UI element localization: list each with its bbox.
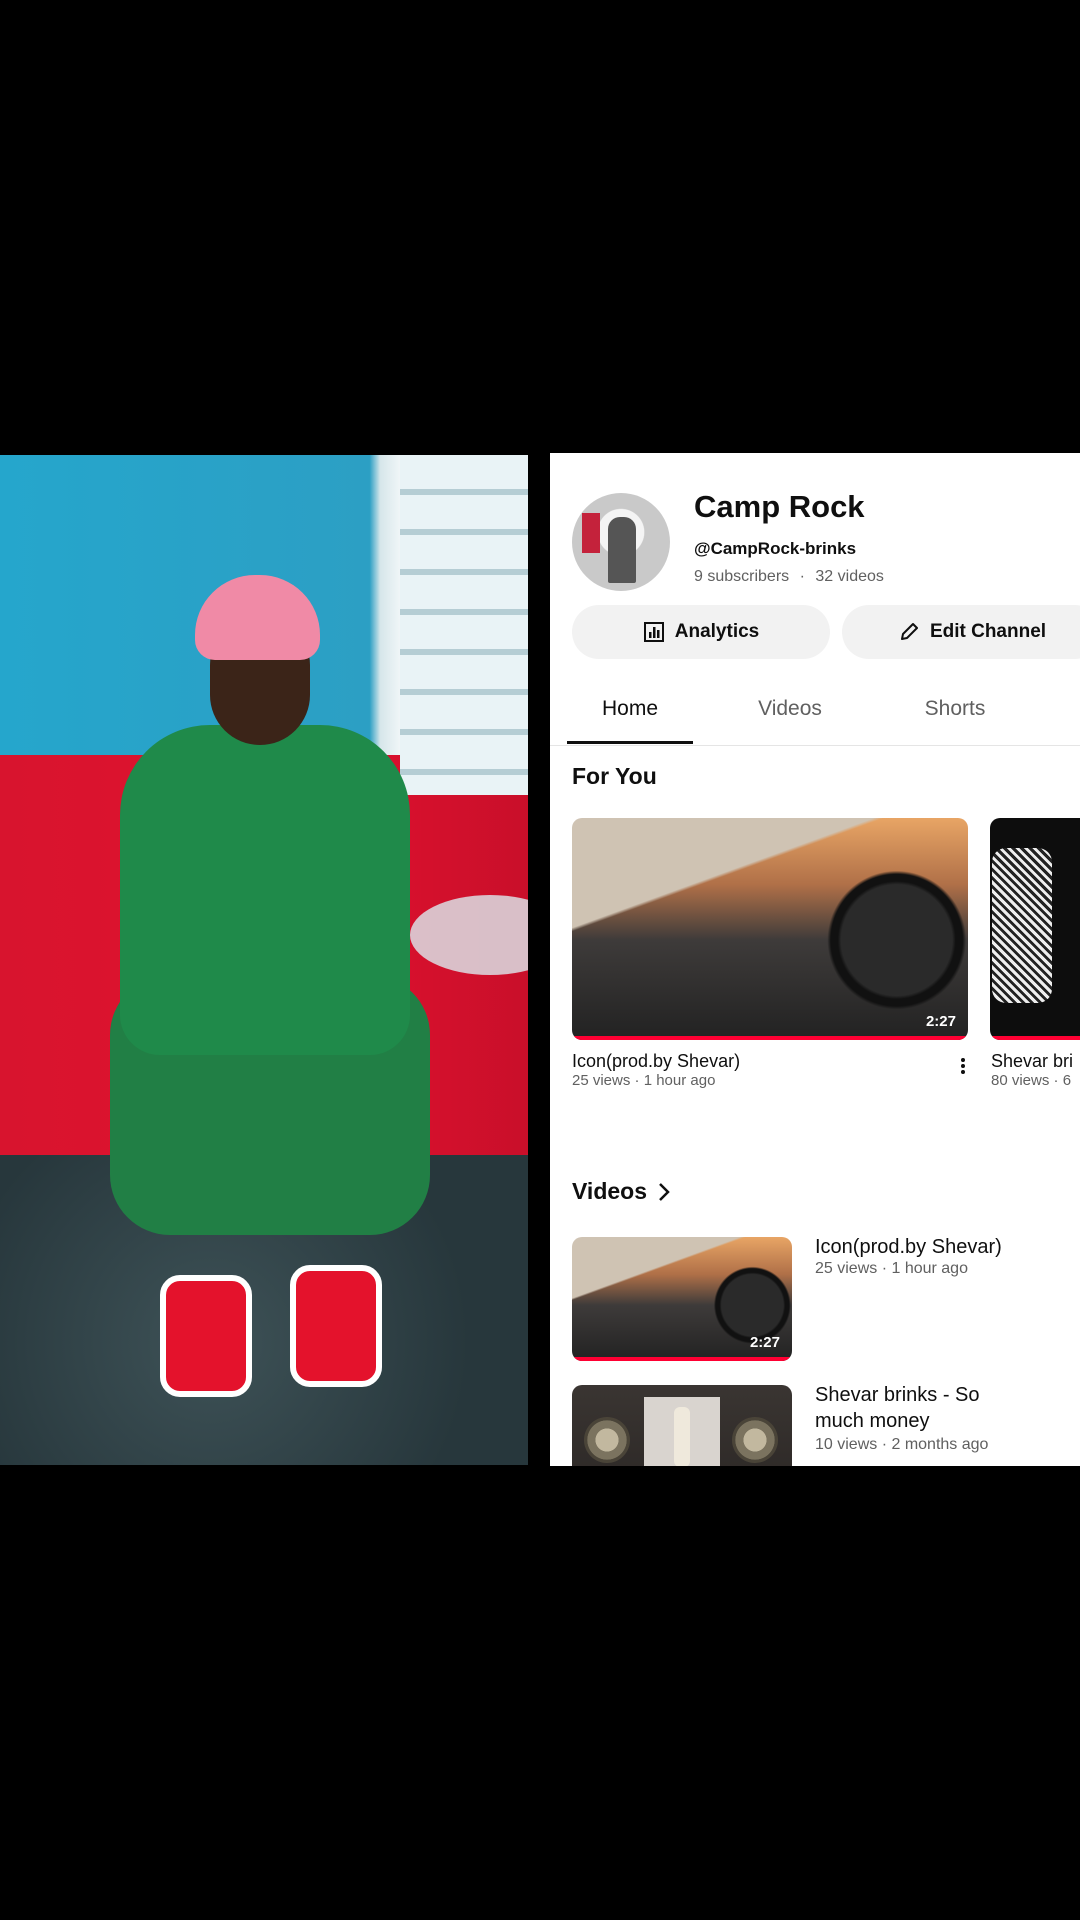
tab-home[interactable]: Home xyxy=(567,683,693,745)
person-torso xyxy=(120,725,410,1055)
cassette-reel xyxy=(732,1417,778,1463)
for-you-title: For You xyxy=(572,763,657,789)
subscriber-count: 9 subscribers xyxy=(694,568,790,585)
right-sneaker xyxy=(290,1265,382,1387)
active-tab-indicator xyxy=(567,741,693,744)
video-meta: 10 views · 2 months ago xyxy=(815,1436,989,1453)
analytics-icon xyxy=(643,622,664,642)
analytics-button[interactable]: Analytics xyxy=(572,605,830,659)
video-thumbnail[interactable]: 2:27 xyxy=(572,818,968,1040)
tab-videos[interactable]: Videos xyxy=(730,683,850,745)
watch-progress-bar xyxy=(990,1036,1080,1040)
video-frame xyxy=(0,455,528,1465)
tab-shorts[interactable]: Shorts xyxy=(895,683,1015,745)
video-meta: 80 views · 6 xyxy=(991,1072,1072,1089)
video-meta: 25 views · 1 hour ago xyxy=(572,1072,716,1089)
video-thumbnail[interactable] xyxy=(572,1385,792,1466)
watch-progress-bar xyxy=(572,1036,968,1040)
watch-progress-bar xyxy=(572,1357,792,1361)
analytics-label: Analytics xyxy=(674,621,760,642)
video-title[interactable]: Icon(prod.by Shevar) xyxy=(572,1051,740,1072)
video-title-line2[interactable]: much money xyxy=(815,1410,930,1433)
channel-tabs: Home Videos Shorts xyxy=(550,683,1080,746)
channel-stats: 9 subscribers · 32 videos xyxy=(694,568,884,586)
channel-name: Camp Rock xyxy=(694,489,865,524)
video-thumbnail[interactable]: 2:27 xyxy=(572,1237,792,1361)
channel-avatar[interactable] xyxy=(572,493,670,591)
video-title[interactable]: Shevar brinks - So xyxy=(815,1384,980,1407)
video-meta: 25 views · 1 hour ago xyxy=(815,1260,968,1277)
videos-section-title: Videos xyxy=(572,1178,647,1204)
video-title[interactable]: Shevar bri xyxy=(991,1051,1073,1072)
thumbnail-figure xyxy=(644,1397,720,1466)
pink-beanie xyxy=(195,575,320,660)
window-blinds xyxy=(400,455,528,795)
video-title[interactable]: Icon(prod.by Shevar) xyxy=(815,1236,1002,1259)
edit-channel-label: Edit Channel xyxy=(929,621,1047,642)
channel-page: Camp Rock @CampRock-brinks 9 subscribers… xyxy=(550,453,1080,1466)
avatar-bg xyxy=(582,513,600,553)
more-vert-icon[interactable] xyxy=(958,1056,968,1078)
stats-separator: · xyxy=(799,568,805,585)
video-duration: 2:27 xyxy=(749,1334,780,1351)
cassette-reel xyxy=(584,1417,630,1463)
pencil-icon xyxy=(900,623,918,640)
chevron-right-icon xyxy=(659,1182,670,1201)
video-count: 32 videos xyxy=(815,568,884,585)
edit-channel-button[interactable]: Edit Channel xyxy=(842,605,1080,659)
channel-handle: @CampRock-brinks xyxy=(694,539,857,558)
static-noise xyxy=(992,848,1052,1003)
video-duration: 2:27 xyxy=(925,1013,956,1030)
avatar-figure xyxy=(608,517,636,583)
left-sneaker xyxy=(160,1275,252,1397)
video-thumbnail[interactable] xyxy=(990,818,1080,1040)
videos-section-header[interactable]: Videos xyxy=(572,1178,671,1205)
